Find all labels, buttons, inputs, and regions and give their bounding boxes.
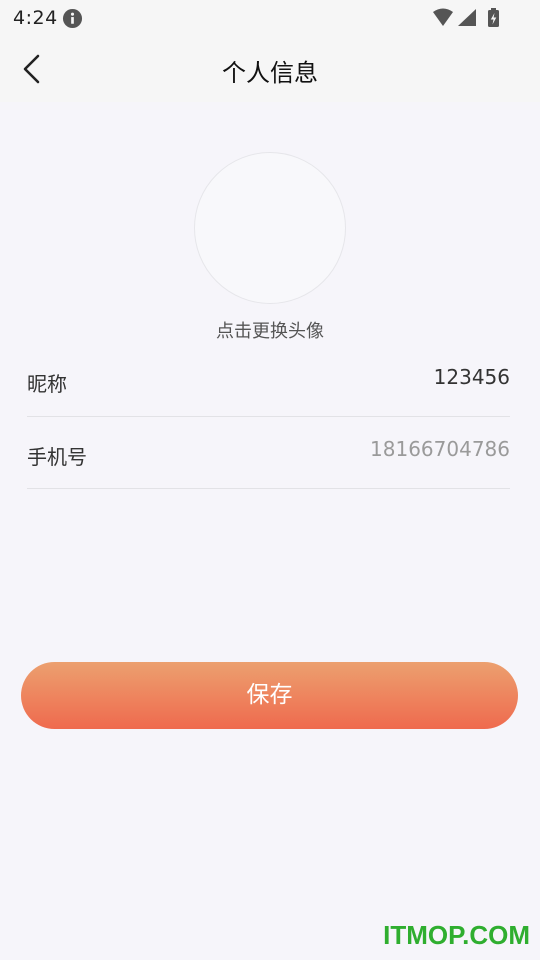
info-icon [62,8,83,29]
top-navigation-bar: 个人信息 [0,36,540,102]
nickname-input[interactable] [250,365,510,389]
phone-row: 手机号 [27,416,510,489]
battery-icon [488,8,499,27]
page-title: 个人信息 [222,59,318,87]
nickname-row: 昵称 [27,344,510,417]
change-avatar-label[interactable]: 点击更换头像 [0,317,540,343]
phone-label: 手机号 [27,445,87,469]
avatar[interactable] [194,152,346,304]
watermark: ITMOP.COM [383,920,530,950]
nickname-label: 昵称 [27,372,67,396]
status-time: 4:24 [13,7,58,29]
phone-input[interactable] [250,437,510,461]
status-bar: 4:24 [0,0,540,36]
personal-info-screen: 4:24 个人信息 点击更换头像 昵称 123456 手机号 181667047… [0,0,540,960]
status-icons [433,8,499,27]
save-button[interactable]: 保存 [21,662,518,729]
cell-signal-icon [458,9,476,26]
wifi-icon [433,8,453,26]
